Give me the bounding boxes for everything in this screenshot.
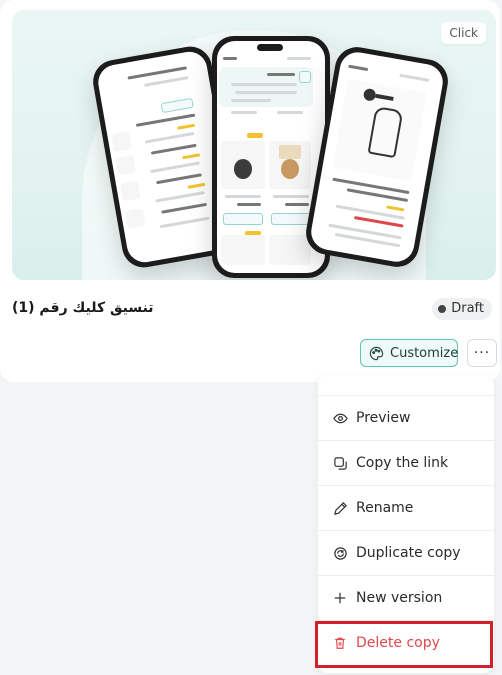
palette-icon [369,346,384,361]
menu-item-delete[interactable]: Delete copy [318,620,494,665]
more-icon: ··· [473,345,491,361]
template-preview-image[interactable]: Click [12,10,496,280]
menu-item-label: Duplicate copy [356,545,461,561]
eye-icon [332,410,348,426]
status-label: Draft [451,301,484,316]
duplicate-icon [332,545,348,561]
copy-link-icon [332,455,348,471]
customize-label: Customize [390,345,459,361]
status-dot-icon [438,305,447,313]
menu-item-preview[interactable]: Preview [318,395,494,440]
options-menu: Preview Copy the link Rename Duplicate c… [318,375,494,673]
menu-item-label: Copy the link [356,455,449,471]
menu-item-duplicate[interactable]: Duplicate copy [318,530,494,575]
menu-item-rename[interactable]: Rename [318,485,494,530]
plus-icon [332,590,348,606]
menu-item-label: Preview [356,410,411,426]
brand-badge: Click [441,22,486,44]
status-badge: Draft [432,298,492,320]
customize-button[interactable]: Customize [360,339,458,367]
menu-item-label: Rename [356,500,414,516]
menu-item-copy-link[interactable]: Copy the link [318,440,494,485]
pencil-icon [332,500,348,516]
menu-item-label: Delete copy [356,635,440,651]
template-title: تنسيق كليك رقم (1) [12,300,154,316]
menu-item-label: New version [356,590,443,606]
menu-item-new-version[interactable]: New version [318,575,494,620]
more-options-button[interactable]: ··· [467,339,497,367]
trash-icon [332,635,348,651]
template-card: Click تنسيق كليك رقم (1) Draft Customize… [0,0,500,382]
